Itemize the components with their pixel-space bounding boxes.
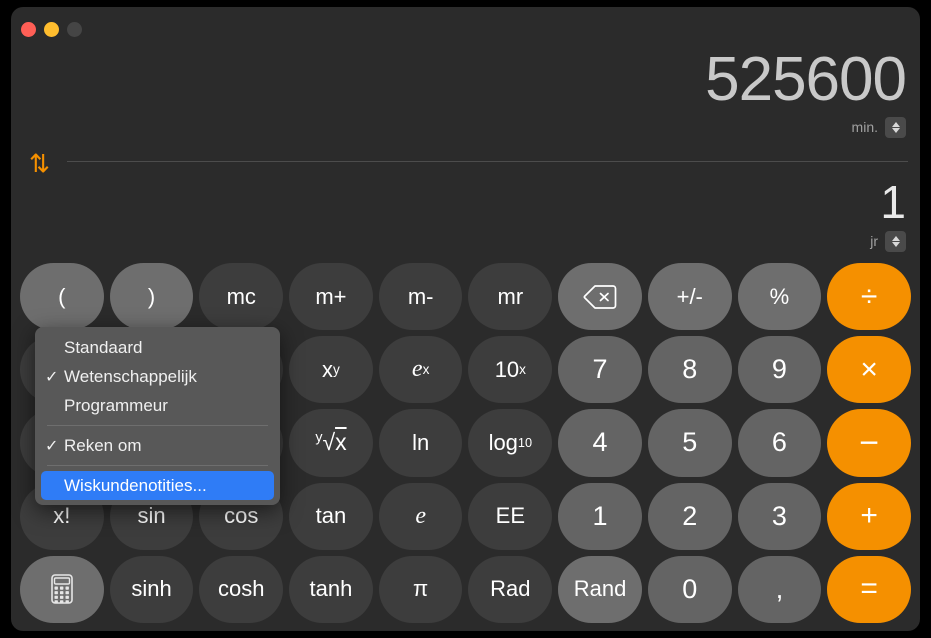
- secondary-display: 1 jr: [870, 176, 906, 252]
- key-tangent[interactable]: tan: [289, 482, 373, 550]
- key-divide[interactable]: ÷: [827, 263, 911, 331]
- key-subtract[interactable]: −: [827, 409, 911, 477]
- key-power-y[interactable]: xy: [289, 336, 373, 404]
- menu-item-label: Wetenschappelijk: [64, 366, 197, 386]
- primary-unit-label: min.: [851, 119, 878, 135]
- key-delete-icon[interactable]: [558, 263, 642, 331]
- chevron-down-icon: [891, 241, 900, 247]
- checkmark-icon: ✓: [45, 368, 59, 386]
- divider-line: [67, 161, 908, 162]
- chevron-up-icon: [891, 235, 900, 241]
- secondary-display-value: 1: [880, 176, 906, 228]
- key-random[interactable]: Rand: [558, 555, 642, 623]
- menu-item-wiskundenotities[interactable]: Wiskundenotities...: [41, 471, 274, 500]
- key-pi[interactable]: π: [378, 555, 463, 623]
- key-close-paren[interactable]: ): [109, 263, 194, 331]
- menu-item-label: Programmeur: [64, 395, 168, 415]
- menu-item-label: Reken om: [64, 435, 142, 455]
- primary-display: 525600 min.: [705, 45, 907, 138]
- menu-item-wetenschappelijk[interactable]: ✓ Wetenschappelijk: [35, 362, 280, 391]
- key-calculator-icon[interactable]: [20, 555, 104, 623]
- key-hyperbolic-tangent[interactable]: tanh: [289, 555, 373, 623]
- key-exponent-entry[interactable]: EE: [468, 482, 553, 550]
- key-memory-subtract[interactable]: m-: [378, 263, 463, 331]
- swap-units-icon[interactable]: ⇅: [29, 149, 59, 179]
- chevron-up-icon: [891, 121, 900, 127]
- menu-separator: [47, 465, 268, 466]
- menu-item-reken-om[interactable]: ✓ Reken om: [35, 431, 280, 460]
- secondary-unit-stepper-icon[interactable]: [885, 230, 906, 252]
- key-digit-9[interactable]: 9: [737, 336, 822, 404]
- primary-unit-row: min.: [705, 116, 906, 138]
- key-decimal-comma[interactable]: ,: [737, 555, 822, 623]
- key-digit-2[interactable]: 2: [647, 482, 732, 550]
- checkmark-icon: ✓: [45, 437, 59, 455]
- key-nth-root[interactable]: y√x: [289, 409, 373, 477]
- key-digit-1[interactable]: 1: [558, 482, 642, 550]
- key-memory-recall[interactable]: mr: [468, 263, 553, 331]
- key-memory-add[interactable]: m+: [289, 263, 373, 331]
- zoom-button: [67, 22, 82, 37]
- chevron-down-icon: [891, 127, 900, 133]
- primary-display-value: 525600: [705, 45, 907, 114]
- key-digit-8[interactable]: 8: [647, 336, 732, 404]
- menu-separator: [47, 425, 268, 426]
- key-log-ten[interactable]: log 10: [468, 409, 553, 477]
- key-hyperbolic-cosine[interactable]: cosh: [199, 555, 284, 623]
- key-hyperbolic-sine[interactable]: sinh: [109, 555, 194, 623]
- conversion-divider: ⇅: [23, 147, 908, 181]
- key-open-paren[interactable]: (: [20, 263, 104, 331]
- secondary-unit-label: jr: [870, 233, 878, 249]
- primary-unit-stepper-icon[interactable]: [885, 116, 906, 138]
- secondary-unit-row: jr: [870, 230, 906, 252]
- key-exp-ten[interactable]: 10 x: [468, 336, 553, 404]
- key-add[interactable]: +: [827, 482, 911, 550]
- key-sign-toggle[interactable]: +/-: [647, 263, 732, 331]
- menu-item-label: Wiskundenotities...: [64, 475, 207, 495]
- menu-item-standaard[interactable]: Standaard: [35, 333, 280, 362]
- key-equals[interactable]: =: [827, 555, 911, 623]
- key-multiply[interactable]: ×: [827, 336, 911, 404]
- minimize-button[interactable]: [44, 22, 59, 37]
- key-digit-3[interactable]: 3: [737, 482, 822, 550]
- key-digit-6[interactable]: 6: [737, 409, 822, 477]
- key-exp-e[interactable]: ex: [378, 336, 463, 404]
- key-euler-e[interactable]: e: [378, 482, 463, 550]
- key-memory-clear[interactable]: mc: [199, 263, 284, 331]
- menu-item-programmeur[interactable]: Programmeur: [35, 391, 280, 420]
- traffic-lights: [21, 22, 82, 37]
- key-digit-0[interactable]: 0: [647, 555, 732, 623]
- calculator-mode-menu: Standaard ✓ Wetenschappelijk Programmeur ✓ Re…: [35, 327, 280, 505]
- key-digit-7[interactable]: 7: [558, 336, 642, 404]
- menu-item-label: Standaard: [64, 337, 143, 357]
- key-natural-log[interactable]: ln: [378, 409, 463, 477]
- calculator-window: 525600 min. ⇅ 1 jr ()mcm+m-mr+/-%÷2ndx2x…: [11, 7, 920, 631]
- close-button[interactable]: [21, 22, 36, 37]
- key-percent[interactable]: %: [737, 263, 822, 331]
- key-digit-4[interactable]: 4: [558, 409, 642, 477]
- key-digit-5[interactable]: 5: [647, 409, 732, 477]
- key-radians-toggle[interactable]: Rad: [468, 555, 553, 623]
